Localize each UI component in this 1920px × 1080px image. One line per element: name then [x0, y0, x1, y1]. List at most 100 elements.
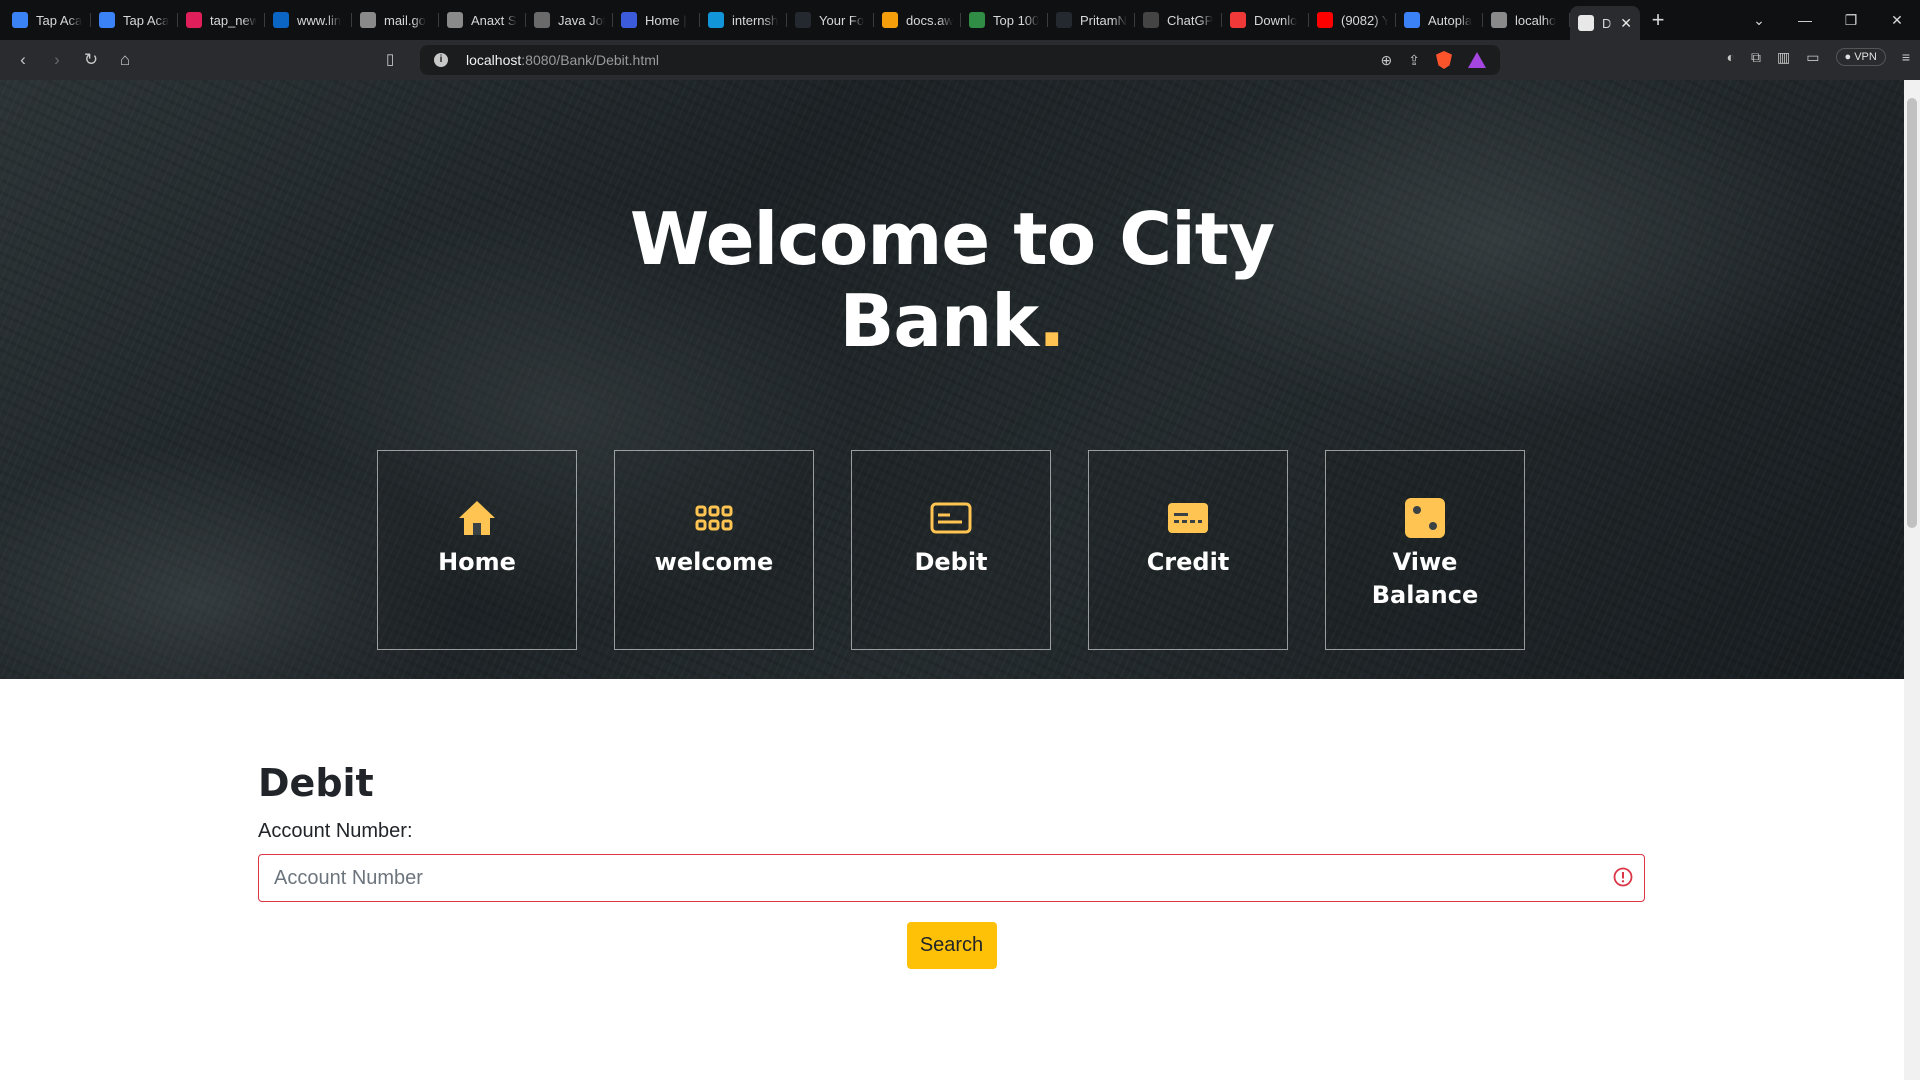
card-icon [930, 496, 972, 540]
browser-tab[interactable]: (9082) Y [1309, 5, 1396, 35]
browser-tab[interactable]: Tap Aca [4, 5, 91, 35]
close-window-button[interactable]: ✕ [1874, 12, 1920, 29]
scrollbar-thumb[interactable] [1907, 98, 1917, 528]
browser-tab[interactable]: Downlo [1222, 5, 1309, 35]
form-title: Debit [258, 761, 374, 805]
nav-cards: Home welcome Debit Credit Viwe Balance [377, 450, 1525, 650]
tab-title: Anaxt S [471, 12, 517, 28]
url-host: localhost [466, 52, 522, 68]
tab-title: Del [1602, 15, 1612, 31]
nav-card-label: Viwe Balance [1371, 548, 1479, 609]
nav-card-debit[interactable]: Debit [851, 450, 1051, 650]
internshala-icon [708, 12, 724, 28]
browser-tab[interactable]: internsh [700, 5, 787, 35]
browser-tab[interactable]: localho [1483, 5, 1570, 35]
minimize-button[interactable]: — [1782, 12, 1828, 28]
linkedin-icon [273, 12, 289, 28]
nav-card-credit[interactable]: Credit [1088, 450, 1288, 650]
page-scrollbar[interactable] [1904, 80, 1920, 1080]
menu-icon[interactable]: ≡ [1902, 49, 1910, 65]
wallet-icon[interactable]: ▭ [1806, 49, 1819, 66]
tab-title: Downlo [1254, 12, 1298, 28]
browser-tab-bar: Tap Aca Tap Aca tap_new www.lin mail.go Anaxt… [0, 0, 1920, 40]
reload-button[interactable]: ↻ [74, 50, 108, 70]
browser-tab[interactable]: www.lin [265, 5, 352, 35]
tab-title: mail.go [384, 12, 426, 28]
globe-icon [1491, 12, 1507, 28]
browser-tab[interactable]: PritamN [1048, 5, 1135, 35]
tab-title: ChatGP [1167, 12, 1214, 28]
extension-icon[interactable]: ◐ [1727, 49, 1735, 65]
home-icon [457, 496, 497, 540]
browser-tab[interactable]: Java Jot [526, 5, 613, 35]
vpn-button[interactable]: ● VPN [1835, 48, 1886, 66]
globe-icon [360, 12, 376, 28]
error-icon [1613, 867, 1633, 887]
card-filled-icon [1167, 496, 1209, 540]
chatgpt-icon [1143, 12, 1159, 28]
account-number-label: Account Number: [258, 820, 413, 842]
hero-title-text: Welcome to City Bank [629, 197, 1275, 363]
tab-title: localho [1515, 12, 1557, 28]
window-controls: ⌄ — ❐ ✕ [1736, 0, 1920, 40]
back-button[interactable]: ‹ [6, 50, 40, 70]
nav-card-view-balance[interactable]: Viwe Balance [1325, 450, 1525, 650]
sidebar-icon[interactable]: ▥ [1777, 49, 1790, 66]
globe-icon [447, 12, 463, 28]
browser-tab[interactable]: mail.go [352, 5, 439, 35]
browser-tab[interactable]: Your Fo [787, 5, 874, 35]
home-site-icon [621, 12, 637, 28]
tab-title: Autopla [1428, 12, 1473, 28]
nav-card-welcome[interactable]: welcome [614, 450, 814, 650]
browser-tab[interactable]: Home | [613, 5, 700, 35]
tab-title: Tap Aca [36, 12, 83, 28]
extensions-icon[interactable]: ⧉ [1751, 49, 1761, 66]
address-bar[interactable]: i localhost:8080/Bank/Debit.html ⊕ ⇪ [420, 45, 1500, 75]
page-icon [1578, 15, 1594, 31]
close-tab-icon[interactable]: ✕ [1620, 15, 1632, 32]
hero-title-dot: . [1038, 279, 1065, 363]
brave-rewards-icon[interactable] [1468, 52, 1486, 68]
tab-title: internsh [732, 12, 779, 28]
tab-title: (9082) Y [1341, 12, 1388, 28]
toolbar-right: ◐ ⧉ ▥ ▭ ● VPN ≡ [1727, 48, 1910, 66]
tab-title: www.lin [297, 12, 342, 28]
site-info-icon[interactable]: i [434, 53, 448, 67]
browser-tab[interactable]: Tap Aca [91, 5, 178, 35]
forward-button[interactable]: › [40, 50, 74, 70]
account-number-input[interactable] [258, 854, 1645, 902]
vivaldi-icon [1230, 12, 1246, 28]
brave-shields-icon[interactable] [1436, 51, 1452, 69]
url-path: :8080/Bank/Debit.html [521, 52, 660, 68]
tab-title: Java Jot [558, 12, 605, 28]
hero-section: Welcome to City Bank. Home welcome Debit [0, 80, 1904, 679]
share-icon[interactable]: ⇪ [1408, 52, 1420, 69]
nav-card-label: Home [438, 548, 516, 576]
grid-icon [695, 496, 733, 540]
nav-card-home[interactable]: Home [377, 450, 577, 650]
browser-tab[interactable]: tap_new [178, 5, 265, 35]
bug-icon [1404, 12, 1420, 28]
browser-tab[interactable]: Anaxt S [439, 5, 526, 35]
tap-academy-icon [12, 12, 28, 28]
java-icon [534, 12, 550, 28]
tab-active[interactable]: Del ✕ [1570, 6, 1640, 40]
home-button[interactable]: ⌂ [108, 50, 142, 70]
tab-title: PritamN [1080, 12, 1127, 28]
search-button[interactable]: Search [906, 922, 997, 969]
tab-title: Your Fo [819, 12, 865, 28]
hero-title: Welcome to City Bank. [600, 198, 1304, 362]
github-icon [795, 12, 811, 28]
new-tab-button[interactable]: + [1640, 7, 1676, 33]
restore-button[interactable]: ❐ [1828, 12, 1874, 29]
browser-tab[interactable]: docs.aw [874, 5, 961, 35]
bookmark-icon[interactable]: ▯ [386, 50, 394, 68]
browser-tab[interactable]: Top 100 [961, 5, 1048, 35]
zoom-icon[interactable]: ⊕ [1381, 52, 1393, 69]
button-row: Search [258, 922, 1645, 969]
tab-title: Home | [645, 12, 687, 28]
browser-tab[interactable]: ChatGP [1135, 5, 1222, 35]
browser-tab[interactable]: Autopla [1396, 5, 1483, 35]
nav-card-label: Debit [914, 548, 988, 576]
tab-search-icon[interactable]: ⌄ [1736, 12, 1782, 29]
